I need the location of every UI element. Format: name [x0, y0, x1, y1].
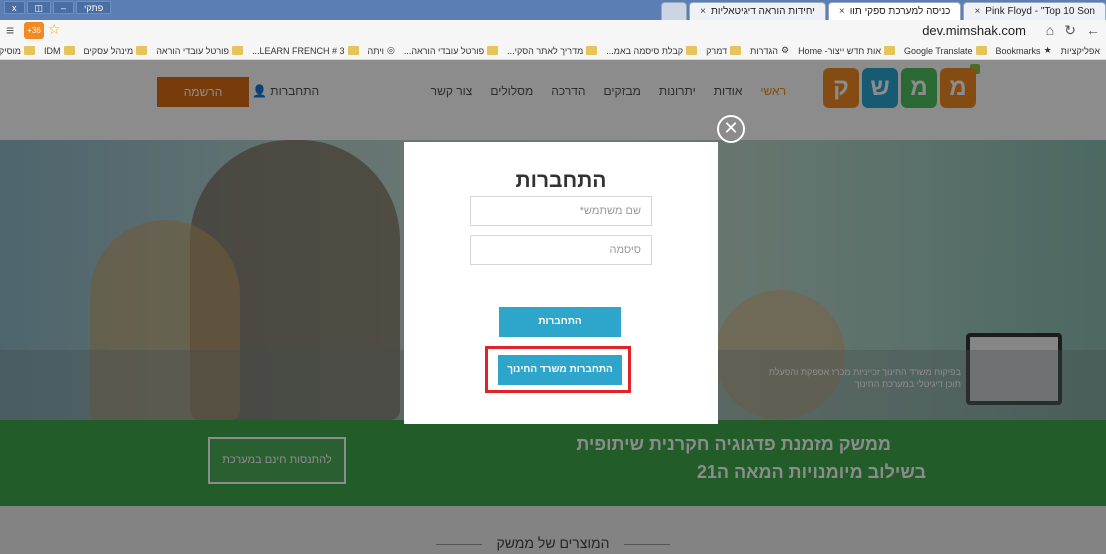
bookmark-item[interactable]: IDM [44, 46, 75, 56]
back-icon[interactable]: ← [1086, 22, 1100, 39]
star-icon: ★ [1043, 45, 1052, 55]
bookmark-item[interactable]: פורטל עובדי הוראה [156, 46, 243, 56]
browser-toolbar: ≡ +36 ☆ dev.mimshak.com ⌂ ↻ ← [0, 20, 1106, 42]
window-profile-label[interactable]: פתקי [76, 1, 112, 14]
username-field[interactable] [470, 196, 652, 226]
bookmark-item[interactable]: מדריך לאתר הסקי... [507, 46, 598, 56]
reload-icon[interactable]: ↻ [1064, 22, 1076, 39]
tab-pink-floyd[interactable]: Pink Floyd - "Top 10 Son × [963, 2, 1106, 20]
globe-icon: ◎ [386, 45, 395, 55]
site-icon [586, 46, 598, 55]
bookmark-item[interactable]: Google Translate [904, 46, 987, 56]
modal-title: התחברות [515, 169, 607, 192]
window-restore-button[interactable]: ◫ [26, 1, 52, 14]
folder-icon [63, 46, 75, 55]
site-icon [487, 46, 499, 55]
window-controls: x ◫ – פתקי [4, 1, 112, 14]
tab-label: יחידות הוראה דיגיטאליות [711, 5, 815, 17]
bookmarks-bar: אפליקציות ★ Bookmarks Google Translate או… [0, 42, 1106, 60]
site-icon [232, 46, 243, 55]
folder-icon [24, 46, 35, 55]
home-icon[interactable]: ⌂ [1046, 22, 1054, 39]
browser-tabs: Pink Floyd - "Top 10 Son × כניסה למערכת … [659, 2, 1106, 20]
extension-icon[interactable]: +36 [24, 22, 44, 39]
nav-buttons: ⌂ ↻ ← [1046, 22, 1100, 39]
bookmark-item[interactable]: ◎ ויתה [368, 45, 395, 56]
tab-mimshak-login[interactable]: כניסה למערכת ספקי תוו × [827, 2, 962, 21]
tab-close-icon[interactable]: × [700, 3, 706, 21]
tab-label: Pink Floyd - "Top 10 Son [985, 5, 1095, 17]
page-icon [686, 46, 698, 55]
bookmark-item[interactable]: קבלת סיסמה באמ... [606, 46, 698, 56]
window-minimize-button[interactable]: – [53, 1, 75, 14]
password-field[interactable] [470, 235, 652, 265]
tab-digital-units[interactable]: יחידות הוראה דיגיטאליות × [689, 2, 826, 20]
tab-close-icon[interactable]: × [974, 3, 980, 21]
new-tab-button[interactable] [661, 2, 688, 20]
login-button[interactable]: התחברות [499, 307, 621, 337]
bookmark-item[interactable]: מינהל עסקים [84, 46, 148, 56]
bookmark-item[interactable]: פורטל עובדי הוראה... [404, 46, 499, 56]
window-close-button[interactable]: x [4, 1, 25, 14]
address-bar[interactable]: dev.mimshak.com [922, 23, 1026, 38]
bookmark-item[interactable]: אפליקציות [1061, 46, 1100, 56]
tab-close-icon[interactable]: × [839, 3, 845, 21]
folder-icon [884, 46, 895, 55]
bookmark-item[interactable]: מוסיקה [0, 46, 35, 56]
gear-icon: ⚙ [780, 45, 790, 55]
bookmark-item[interactable]: אות חדש ייצור- Home [798, 46, 895, 56]
annotation-highlight-box [485, 346, 631, 393]
youtube-icon [347, 46, 359, 55]
close-icon[interactable]: ✕ [717, 115, 745, 143]
translate-icon [975, 46, 987, 55]
bookmark-item[interactable]: ⚙ הגדרות [750, 45, 789, 56]
bookmark-item[interactable]: LEARN FRENCH # 3... [252, 46, 359, 56]
menu-icon[interactable]: ≡ [6, 22, 14, 38]
browser-titlebar: x ◫ – פתקי Pink Floyd - "Top 10 Son × כנ… [0, 0, 1106, 20]
bookmark-item[interactable]: דמרק [706, 46, 742, 56]
folder-icon [730, 46, 742, 55]
tab-label: כניסה למערכת ספקי תוו [849, 5, 951, 17]
star-icon[interactable]: ☆ [48, 21, 61, 38]
folder-icon [136, 46, 148, 55]
bookmark-item[interactable]: ★ Bookmarks [996, 45, 1052, 56]
